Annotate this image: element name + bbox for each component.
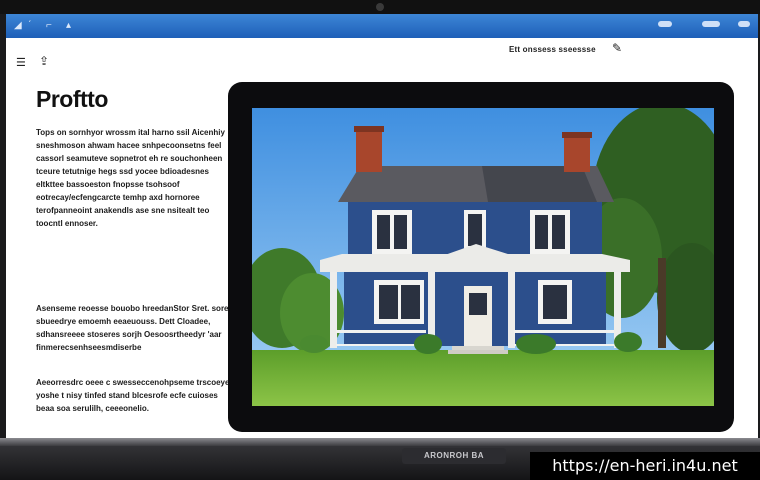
- menu-dot-icon[interactable]: ˊ: [28, 20, 31, 32]
- topbar-control[interactable]: [702, 21, 720, 27]
- house-photo: [252, 108, 714, 406]
- topbar-control[interactable]: [658, 21, 672, 27]
- webcam-icon: [376, 3, 384, 11]
- page-title: Proftto: [36, 86, 108, 112]
- pencil-icon[interactable]: ✎: [612, 41, 622, 55]
- inner-laptop: [228, 82, 734, 432]
- paragraph: Aeeorresdrc oeee c swesseccenohpseme trs…: [36, 378, 230, 413]
- laptop-hinge: [0, 438, 760, 446]
- topbar-control[interactable]: [738, 21, 750, 27]
- nav-icon[interactable]: ⌐: [46, 20, 52, 32]
- tab-icon[interactable]: ▴: [66, 20, 71, 32]
- share-icon[interactable]: ⇪: [39, 54, 49, 68]
- paragraph: Tops on sornhyor wrossm ital harno ssil …: [36, 128, 225, 228]
- menu-icon[interactable]: ☰: [16, 56, 26, 69]
- house-illustration: [252, 108, 714, 406]
- paragraph: Asenseme reoesse bouobo hreedanStor Sret…: [36, 304, 232, 352]
- toolbar-text: Ett onssess sseessse: [509, 45, 596, 54]
- watermark: https://en-heri.in4u.net: [530, 452, 760, 480]
- browser-topbar: ◢ ˊ ⌐ ▴: [6, 14, 758, 38]
- laptop-top-bezel: [0, 0, 760, 14]
- laptop-brand-label: ARONROH BA: [402, 448, 506, 464]
- window-icon[interactable]: ◢: [14, 20, 22, 32]
